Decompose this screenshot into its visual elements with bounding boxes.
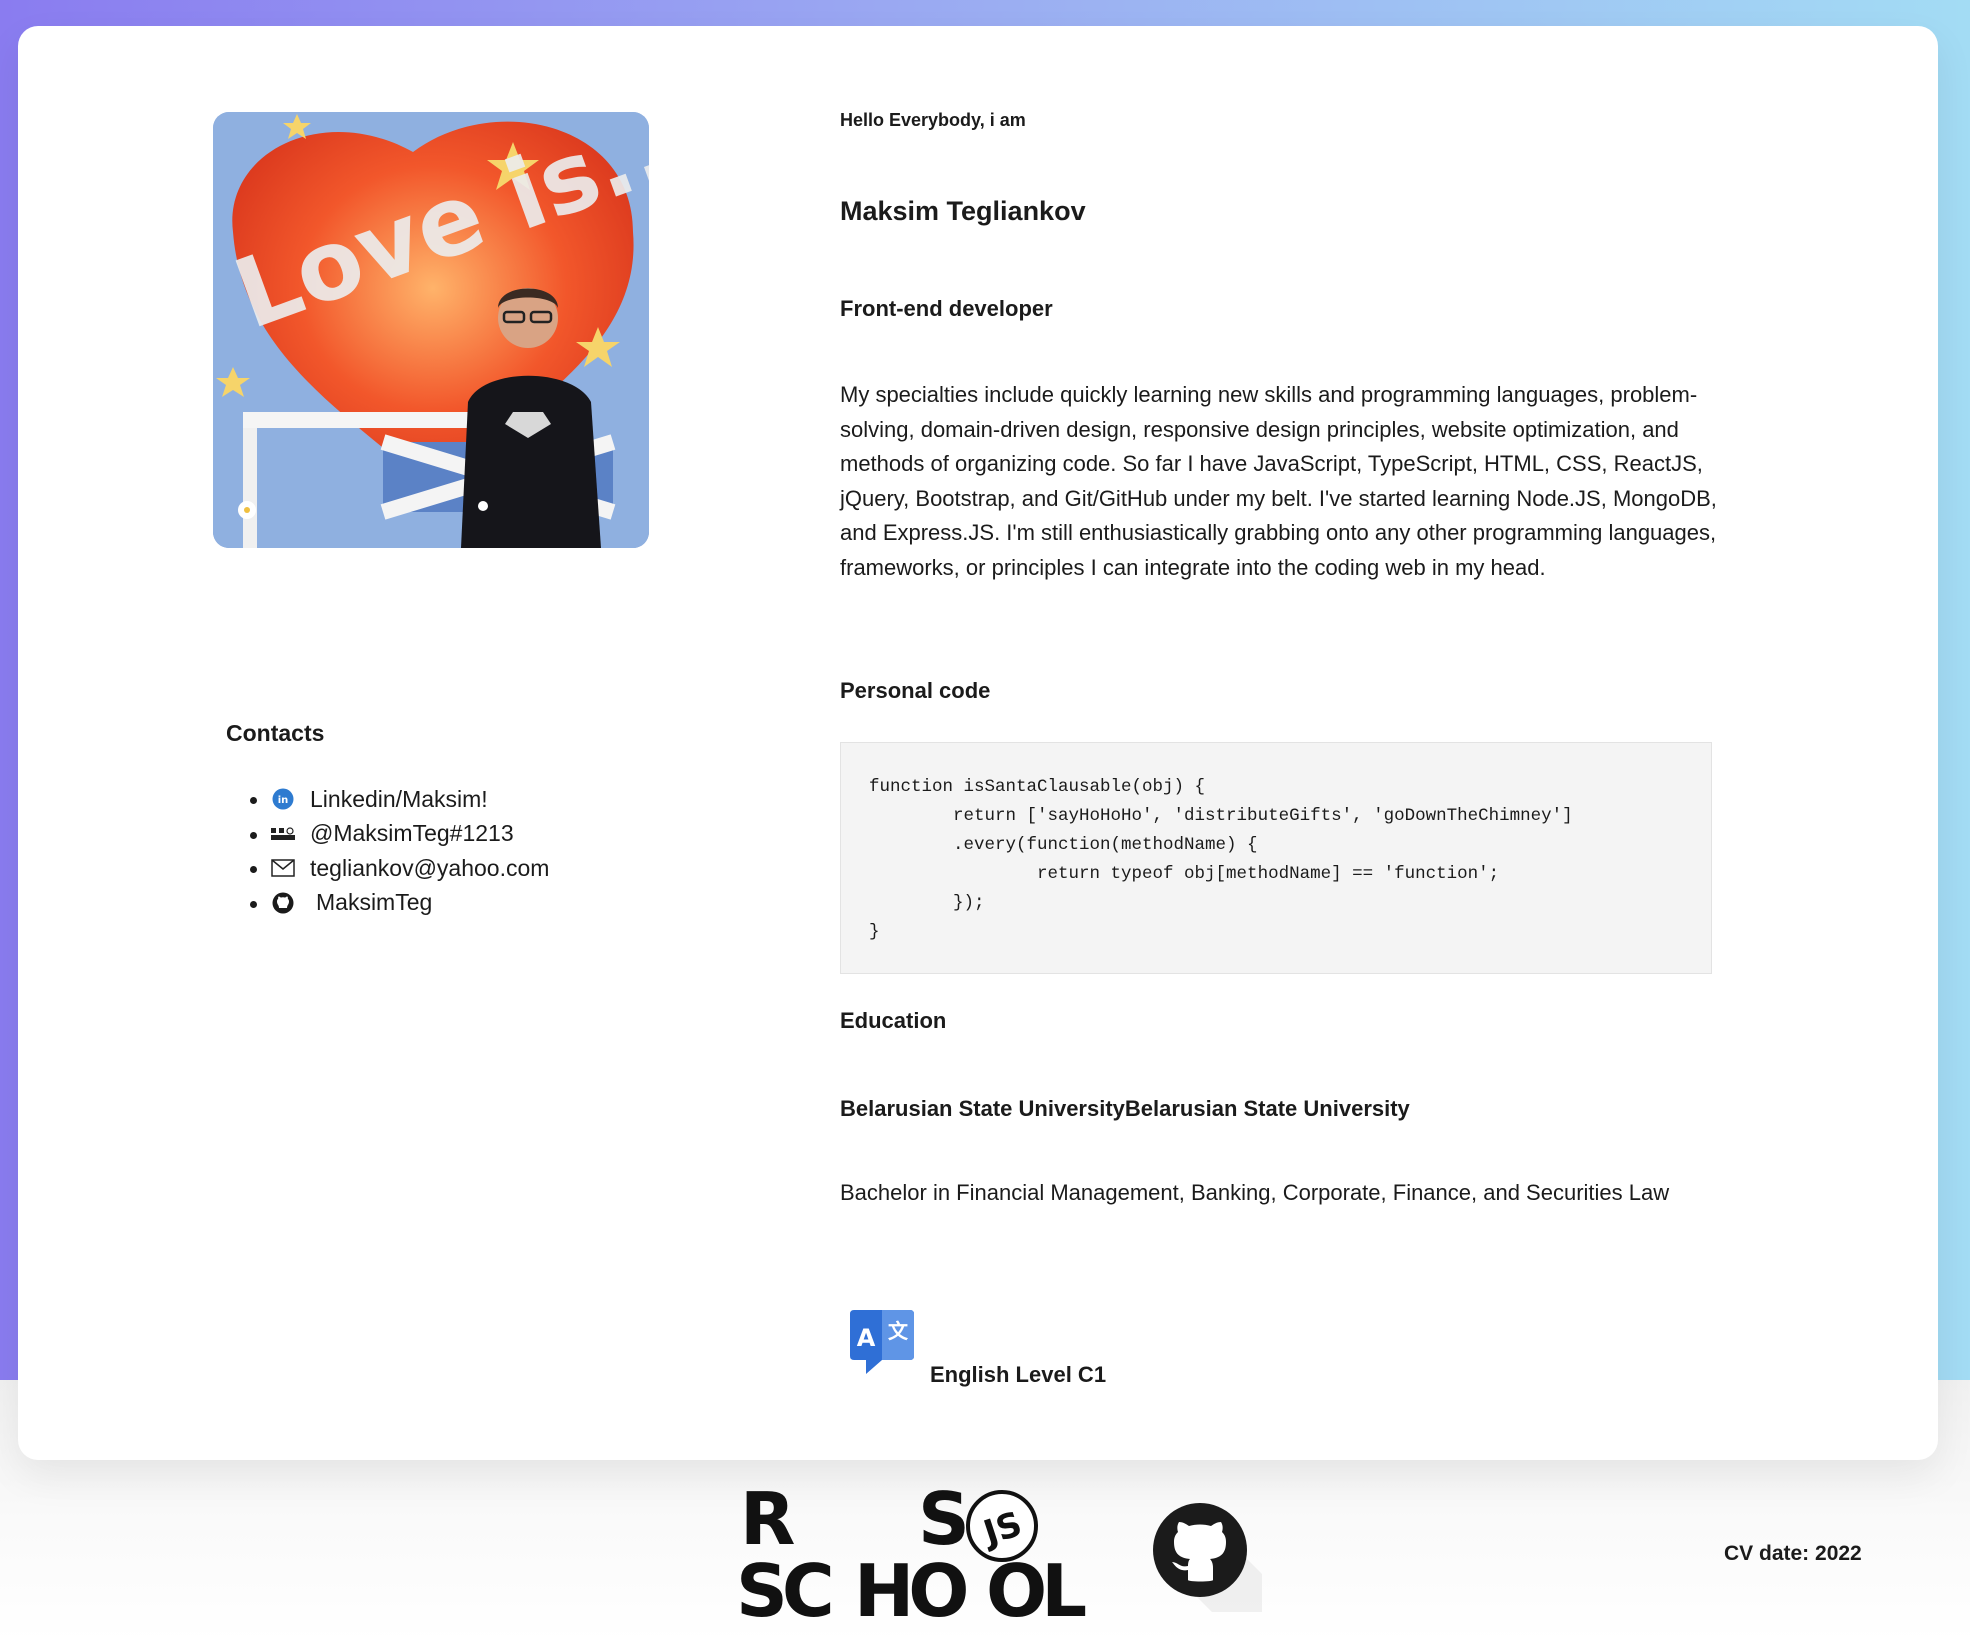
profile-photo-illustration: Love is... [213,112,649,548]
cv-card: Love is... Contacts in Linkedin/Maksim! … [18,26,1938,1460]
code-block: function isSantaClausable(obj) { return … [840,742,1712,974]
rs-school-logo[interactable]: R S JS SC HO OL [736,1477,1091,1633]
profile-photo: Love is... [213,112,649,548]
rs-logo-ho: HO [854,1549,966,1622]
email-link[interactable]: tegliankov@yahoo.com [310,855,549,882]
contact-github: MaksimTeg [249,886,549,921]
translate-icon: A 文 [848,1310,916,1376]
about-paragraph: My specialties include quickly learning … [840,382,1717,580]
envelope-icon [270,855,296,881]
svg-text:A: A [857,1324,876,1352]
rs-logo-sc: SC [740,1549,831,1622]
cv-date: CV date: 2022 [1724,1542,1862,1565]
linkedin-link[interactable]: Linkedin/Maksim! [310,786,488,813]
rs-school-icon [270,821,296,847]
personal-code-title: Personal code [840,678,991,703]
contact-linkedin: in Linkedin/Maksim! [249,782,549,817]
linkedin-icon: in [270,786,296,812]
svg-text:in: in [278,795,289,806]
rs-logo-ol: OL [986,1549,1085,1622]
contact-rs-school: @MaksimTeg#1213 [249,817,549,852]
job-role: Front-end developer [840,296,1053,321]
greeting: Hello Everybody, i am [840,110,1026,130]
english-level: English Level C1 [930,1362,1107,1387]
full-name: Maksim Tegliankov [840,196,1086,226]
education-title: Education [840,1008,947,1033]
github-link[interactable]: MaksimTeg [316,889,432,916]
contact-email: tegliankov@yahoo.com [249,851,549,886]
university-name: Belarusian State UniversityBelarusian St… [840,1096,1410,1121]
github-logo-icon[interactable] [1152,1502,1262,1612]
contacts-title: Contacts [226,720,325,746]
code-snippet: function isSantaClausable(obj) { return … [869,777,1573,942]
contacts-list: in Linkedin/Maksim! @MaksimTeg#1213 tegl… [249,782,549,921]
rs-school-discord-link[interactable]: @MaksimTeg#1213 [310,820,514,847]
svg-text:文: 文 [888,1319,909,1343]
degree-text: Bachelor in Financial Management, Bankin… [840,1180,1670,1205]
github-icon [270,890,296,916]
